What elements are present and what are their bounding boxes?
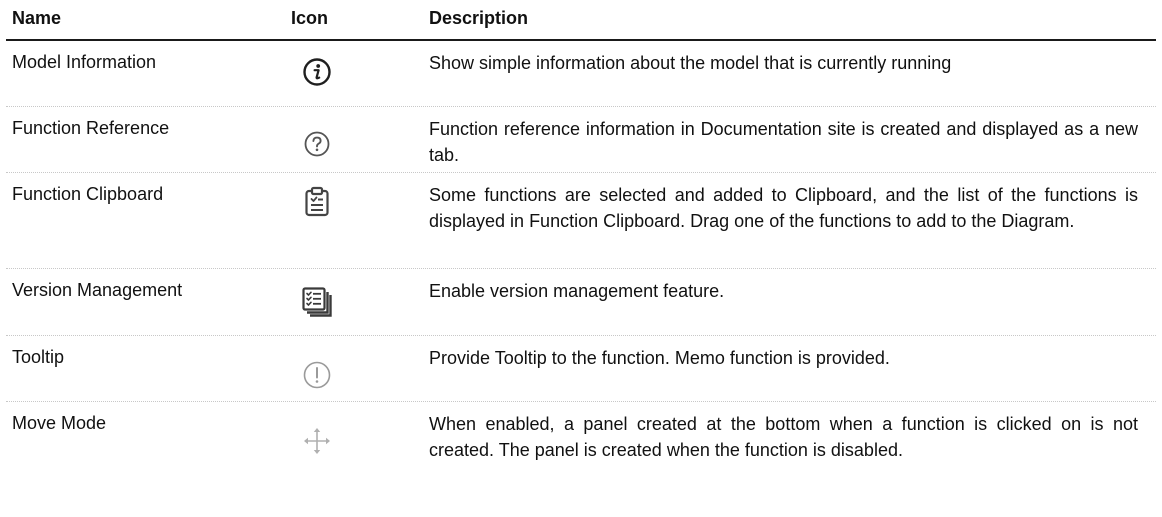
table-row: Model Information Show simple informatio… [6,41,1156,107]
header-name: Name [12,8,62,28]
row-name: Model Information [12,52,157,72]
row-description: Provide Tooltip to the function. Memo fu… [429,348,890,368]
table-row: Function Reference Function reference in… [6,107,1156,173]
function-icon-table: Name Icon Description Model Information … [6,0,1156,495]
row-description: Some functions are selected and added to… [429,185,1138,231]
question-circle-icon [297,124,337,164]
row-description: Show simple information about the model … [429,53,952,73]
table-row: Move Mode When enabled, a panel created … [6,402,1156,495]
table-row: Version Management Enable version manage… [6,269,1156,336]
info-icon [297,52,337,92]
row-description: When enabled, a panel created at the bot… [429,414,1138,460]
row-description: Function reference information in Docume… [429,119,1138,165]
exclamation-circle-icon [297,355,337,395]
function-icon-table-page: Name Icon Description Model Information … [0,0,1162,517]
header-icon: Icon [291,8,329,28]
version-list-icon [297,282,337,322]
row-name: Version Management [12,280,183,300]
row-name: Function Reference [12,118,170,138]
table-header: Name Icon Description [6,0,1156,41]
move-arrows-icon [297,421,337,461]
row-name: Function Clipboard [12,184,164,204]
table-row: Tooltip Provide Tooltip to the function.… [6,336,1156,402]
row-name: Tooltip [12,347,65,367]
row-description: Enable version management feature. [429,281,725,301]
table-row: Function Clipboard Some functions are se… [6,173,1156,269]
clipboard-icon [297,182,337,222]
header-description: Description [429,8,529,28]
row-name: Move Mode [12,413,107,433]
